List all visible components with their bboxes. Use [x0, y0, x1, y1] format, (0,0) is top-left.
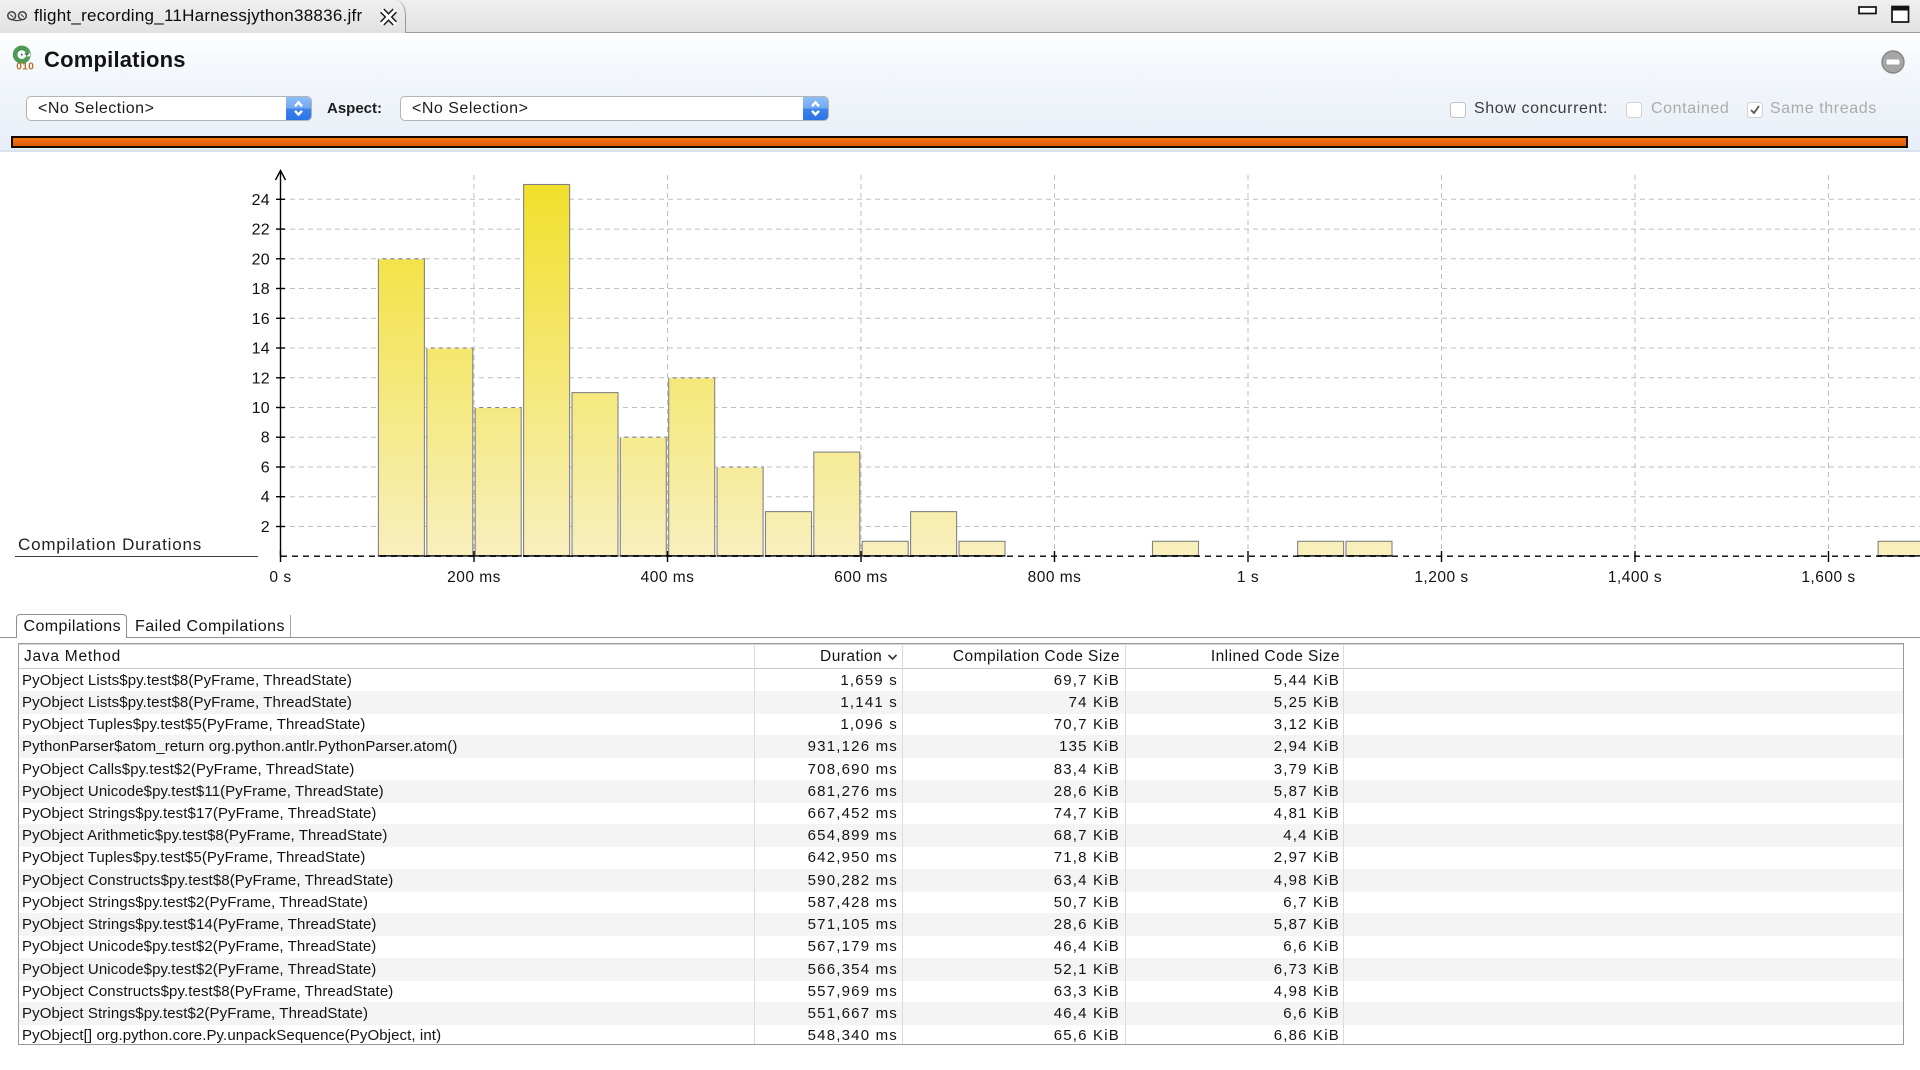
- svg-text:12: 12: [252, 370, 270, 387]
- svg-text:22: 22: [252, 222, 270, 239]
- svg-text:8: 8: [261, 430, 270, 447]
- svg-text:400 ms: 400 ms: [641, 569, 695, 586]
- svg-text:4: 4: [261, 489, 270, 506]
- svg-text:1,600 s: 1,600 s: [1801, 569, 1855, 586]
- svg-text:010: 010: [16, 62, 34, 73]
- svg-text:14: 14: [252, 341, 270, 358]
- svg-text:2: 2: [261, 519, 270, 536]
- svg-text:6: 6: [261, 460, 270, 477]
- svg-text:600 ms: 600 ms: [834, 569, 888, 586]
- svg-text:200 ms: 200 ms: [447, 569, 501, 586]
- svg-text:800 ms: 800 ms: [1028, 569, 1082, 586]
- svg-text:1 s: 1 s: [1237, 569, 1259, 586]
- svg-text:1,400 s: 1,400 s: [1608, 569, 1662, 586]
- svg-text:20: 20: [252, 251, 270, 268]
- svg-text:18: 18: [252, 281, 270, 298]
- svg-text:24: 24: [252, 192, 270, 209]
- svg-text:0 s: 0 s: [269, 569, 291, 586]
- svg-text:1,200 s: 1,200 s: [1414, 569, 1468, 586]
- svg-text:16: 16: [252, 311, 270, 328]
- svg-text:10: 10: [252, 400, 270, 417]
